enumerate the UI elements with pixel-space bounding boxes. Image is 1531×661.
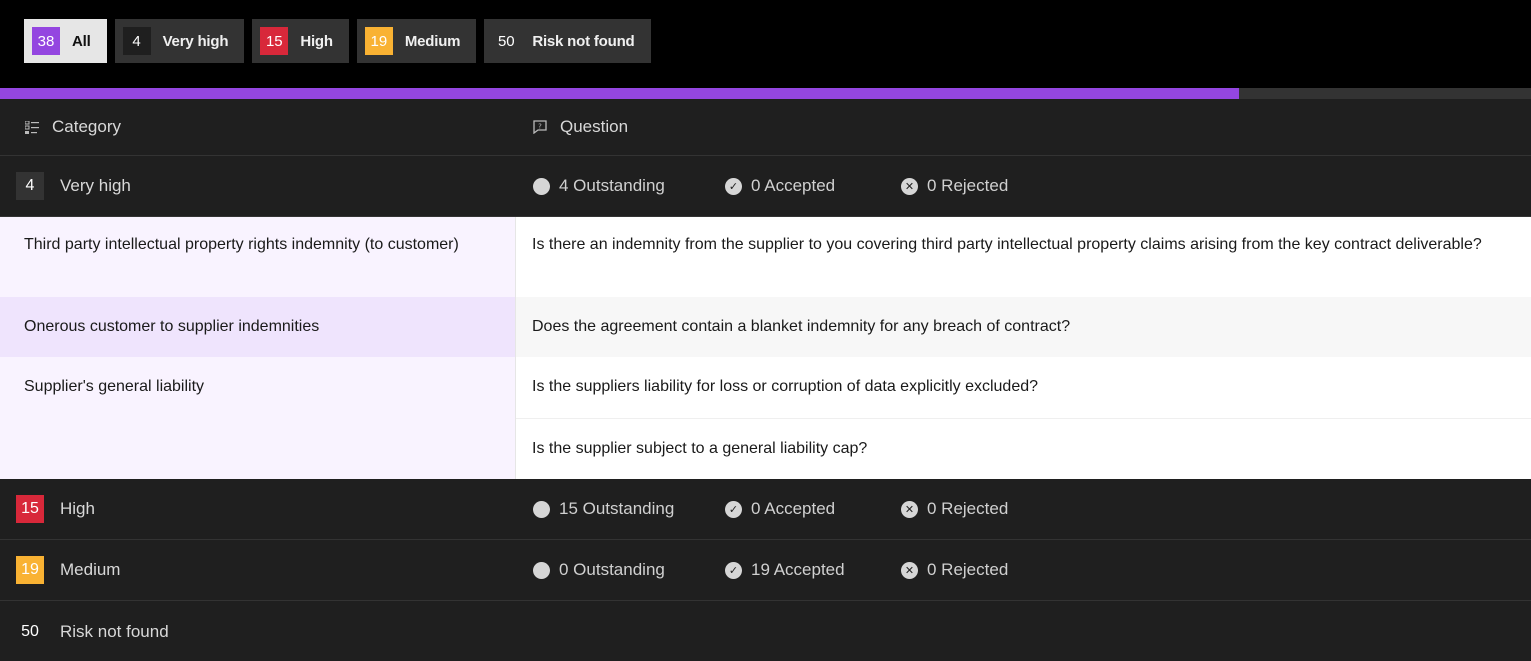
outstanding-stat: 4 Outstanding	[533, 176, 725, 196]
group-name: Risk not found	[60, 621, 169, 641]
filter-all[interactable]: 38 All	[24, 19, 107, 63]
circle-icon	[533, 500, 550, 518]
x-circle-icon: ✕	[901, 561, 918, 579]
filter-count: 4	[122, 27, 151, 55]
question-cell[interactable]: Is the suppliers liability for loss or c…	[516, 357, 1531, 418]
group-count-badge: 50	[21, 622, 39, 640]
review-progress-bar	[0, 88, 1531, 99]
filter-medium[interactable]: 19 Medium	[356, 19, 477, 63]
check-circle-icon: ✓	[725, 561, 742, 579]
question-cell: Does the agreement contain a blanket ind…	[516, 297, 1531, 357]
table-header: Category ? Question	[0, 99, 1531, 156]
column-header-label: Question	[560, 117, 629, 136]
rejected-label: 0 Rejected	[927, 499, 1009, 518]
filter-label: High	[300, 32, 333, 50]
column-header-question: ? Question	[516, 117, 628, 137]
group-row-high[interactable]: 15 High 15 Outstanding ✓ 0 Accepted ✕ 0 Re…	[0, 479, 1531, 540]
filter-label: All	[72, 32, 91, 50]
group-count-badge: 4	[16, 172, 44, 200]
accepted-label: 0 Accepted	[751, 176, 836, 195]
risk-table: Category ? Question 4 Very high 4 Outsta…	[0, 99, 1531, 661]
column-header-label: Category	[52, 117, 121, 136]
rejected-label: 0 Rejected	[927, 560, 1009, 579]
filter-label: Medium	[404, 32, 461, 50]
rejected-stat: ✕ 0 Rejected	[901, 176, 1008, 196]
group-row-medium[interactable]: 19 Medium 0 Outstanding ✓ 19 Accepted ✕ 0 …	[0, 540, 1531, 601]
check-circle-icon: ✓	[725, 177, 742, 195]
filter-count: 19	[364, 27, 393, 55]
rejected-label: 0 Rejected	[927, 176, 1009, 195]
accepted-stat: ✓ 0 Accepted	[725, 176, 901, 196]
filter-high[interactable]: 15 High	[252, 19, 349, 63]
rejected-stat: ✕ 0 Rejected	[901, 499, 1008, 519]
question-cell: Is there an indemnity from the supplier …	[516, 217, 1531, 297]
filter-label: Very high	[162, 32, 229, 50]
accepted-stat: ✓ 19 Accepted	[725, 560, 901, 580]
group-count-badge: 19	[16, 556, 44, 584]
group-name: Medium	[60, 560, 121, 579]
group-name: High	[60, 499, 95, 518]
circle-icon	[533, 177, 550, 195]
rejected-stat: ✕ 0 Rejected	[901, 560, 1008, 580]
group-row-very-high[interactable]: 4 Very high 4 Outstanding ✓ 0 Accepted ✕ 0…	[0, 156, 1531, 217]
check-circle-icon: ✓	[725, 500, 742, 518]
filter-count: 50	[497, 32, 515, 50]
accepted-stat: ✓ 0 Accepted	[725, 499, 901, 519]
filter-risk-not-found[interactable]: 50 Risk not found	[484, 19, 651, 63]
progress-fill	[0, 88, 1239, 99]
table-row[interactable]: Third party intellectual property rights…	[0, 217, 1531, 297]
question-cell[interactable]: Is the supplier subject to a general lia…	[516, 417, 1531, 479]
accepted-label: 0 Accepted	[751, 499, 836, 518]
outstanding-stat: 0 Outstanding	[533, 560, 725, 580]
outstanding-label: 4 Outstanding	[559, 176, 665, 195]
outstanding-label: 15 Outstanding	[559, 499, 675, 518]
group-name: Very high	[60, 176, 131, 195]
circle-icon	[533, 561, 550, 579]
table-row[interactable]: Onerous customer to supplier indemnities…	[0, 297, 1531, 357]
table-row[interactable]: Supplier's general liability Is the supp…	[0, 357, 1531, 479]
group-count-badge: 15	[16, 495, 44, 523]
category-cell: Onerous customer to supplier indemnities	[0, 297, 516, 357]
group-row-risk-not-found[interactable]: 50 Risk not found	[0, 601, 1531, 661]
filter-label: Risk not found	[532, 32, 635, 50]
category-cell: Third party intellectual property rights…	[0, 217, 516, 297]
outstanding-label: 0 Outstanding	[559, 560, 665, 579]
category-cell: Supplier's general liability	[0, 357, 516, 479]
risk-filter-bar: 38 All 4 Very high 15 High 19 Medium 50 …	[0, 0, 1531, 88]
list-icon	[24, 119, 40, 135]
svg-text:?: ?	[538, 123, 542, 131]
question-message-icon: ?	[532, 119, 548, 135]
group-details-very-high: Third party intellectual property rights…	[0, 217, 1531, 479]
column-header-category: Category	[0, 117, 516, 137]
accepted-label: 19 Accepted	[751, 560, 845, 579]
filter-very-high[interactable]: 4 Very high	[114, 19, 245, 63]
x-circle-icon: ✕	[901, 177, 918, 195]
filter-count: 38	[32, 27, 60, 55]
filter-count: 15	[260, 27, 289, 55]
outstanding-stat: 15 Outstanding	[533, 499, 725, 519]
x-circle-icon: ✕	[901, 500, 918, 518]
